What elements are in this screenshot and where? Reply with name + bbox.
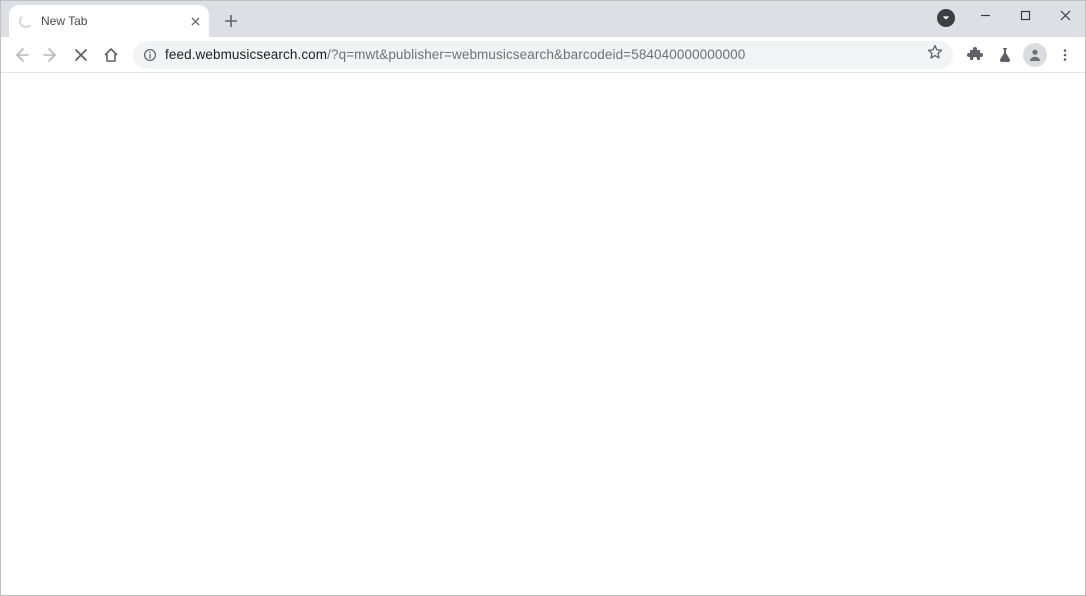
arrow-left-icon xyxy=(13,47,29,63)
bookmark-button[interactable] xyxy=(927,44,943,65)
profile-button[interactable] xyxy=(1021,41,1049,69)
toolbar: feed.webmusicsearch.com/?q=mwt&publisher… xyxy=(1,37,1085,73)
site-info-button[interactable] xyxy=(143,48,157,62)
home-button[interactable] xyxy=(97,41,125,69)
url-path: /?q=mwt&publisher=webmusicsearch&barcode… xyxy=(327,47,745,62)
close-icon xyxy=(1060,10,1071,21)
maximize-icon xyxy=(1020,10,1031,21)
loading-spinner-icon xyxy=(19,14,33,28)
tabstrip: New Tab xyxy=(1,1,245,37)
titlebar: New Tab xyxy=(1,1,1085,37)
star-icon xyxy=(927,44,943,60)
url-host: feed.webmusicsearch.com xyxy=(165,47,327,62)
labs-button[interactable] xyxy=(991,41,1019,69)
info-icon xyxy=(143,48,157,62)
tab-title: New Tab xyxy=(41,14,179,28)
close-icon xyxy=(73,47,89,63)
back-button[interactable] xyxy=(7,41,35,69)
home-icon xyxy=(103,47,119,63)
browser-tab[interactable]: New Tab xyxy=(9,5,209,37)
forward-button[interactable] xyxy=(37,41,65,69)
plus-icon xyxy=(224,14,238,28)
person-icon xyxy=(1027,47,1043,63)
minimize-button[interactable] xyxy=(965,1,1005,29)
close-icon xyxy=(191,17,200,26)
tab-close-button[interactable] xyxy=(187,13,203,29)
new-tab-button[interactable] xyxy=(217,7,245,35)
update-indicator[interactable] xyxy=(937,9,955,27)
caret-down-icon xyxy=(942,14,950,22)
kebab-icon xyxy=(1058,48,1072,62)
stop-button[interactable] xyxy=(67,41,95,69)
address-bar[interactable]: feed.webmusicsearch.com/?q=mwt&publisher… xyxy=(133,41,953,69)
avatar xyxy=(1023,43,1047,67)
window-close-button[interactable] xyxy=(1045,1,1085,29)
minimize-icon xyxy=(980,10,991,21)
puzzle-icon xyxy=(967,47,983,63)
flask-icon xyxy=(997,47,1013,63)
menu-button[interactable] xyxy=(1051,41,1079,69)
page-content xyxy=(1,73,1085,595)
arrow-right-icon xyxy=(43,47,59,63)
url-text: feed.webmusicsearch.com/?q=mwt&publisher… xyxy=(165,47,745,62)
window-controls xyxy=(965,1,1085,29)
extensions-button[interactable] xyxy=(961,41,989,69)
maximize-button[interactable] xyxy=(1005,1,1045,29)
